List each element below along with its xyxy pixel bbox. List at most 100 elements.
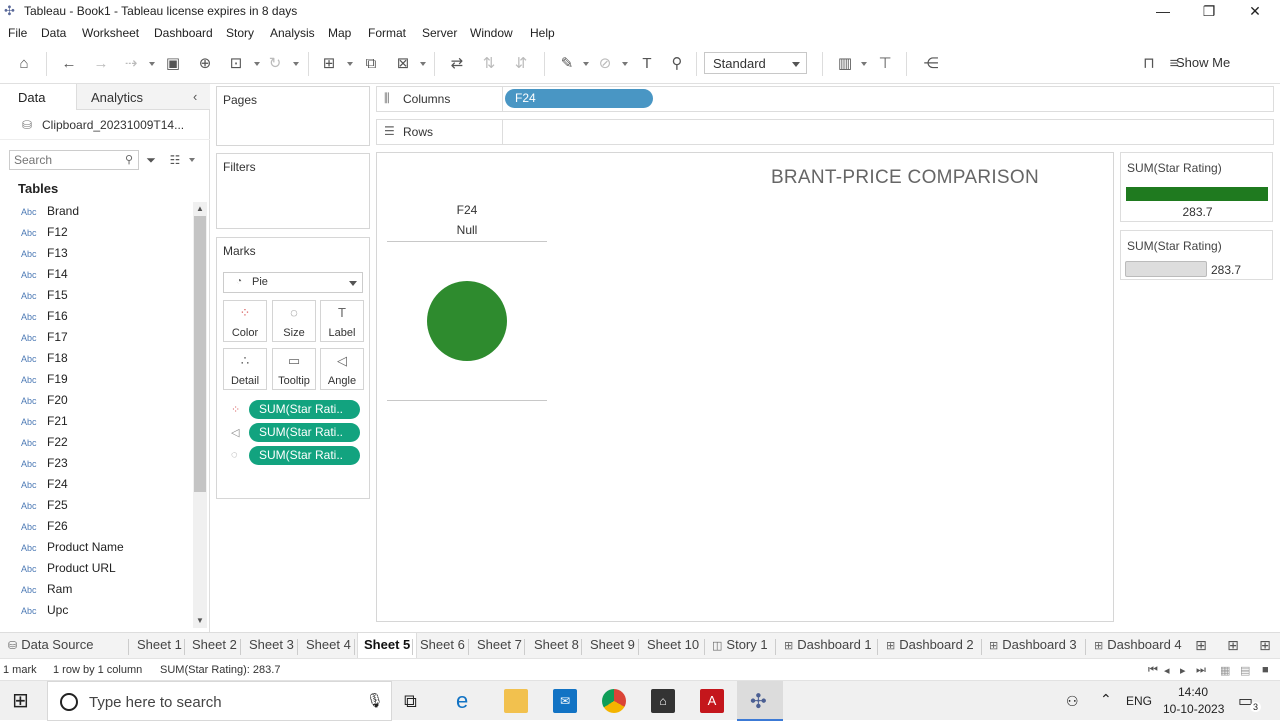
search-field[interactable]: ⚲ xyxy=(9,150,139,170)
next-sheet-icon[interactable]: ▸ xyxy=(1180,664,1186,677)
pause-updates-icon[interactable]: ⊡ xyxy=(225,54,247,74)
close-button[interactable]: ✕ xyxy=(1232,0,1278,22)
size-button[interactable]: ◌ Size xyxy=(272,300,316,342)
windows-start-icon[interactable]: ⊞ xyxy=(12,689,36,713)
pie-slice[interactable] xyxy=(427,281,507,361)
menu-format[interactable]: Format xyxy=(368,26,406,40)
field-item[interactable]: Abc F26 xyxy=(0,516,190,537)
refresh-icon[interactable]: ↻ xyxy=(264,54,286,74)
field-item[interactable]: Abc F18 xyxy=(0,348,190,369)
menu-data[interactable]: Data xyxy=(41,26,66,40)
field-item[interactable]: Abc F19 xyxy=(0,369,190,390)
swap-rows-columns-icon[interactable]: ⇄ xyxy=(446,54,468,74)
sheet-tab[interactable]: Sheet 5 xyxy=(357,633,418,659)
field-item[interactable]: Abc F23 xyxy=(0,453,190,474)
sheet-tab[interactable]: Sheet 7 xyxy=(477,637,522,652)
new-datasource-icon[interactable]: ⊕ xyxy=(194,54,216,74)
show-sheet-sorter-icon[interactable]: ▦ xyxy=(1220,664,1230,677)
field-item[interactable]: Abc Ram xyxy=(0,579,190,600)
tab-data[interactable]: Data xyxy=(0,84,76,110)
scrollbar-thumb[interactable] xyxy=(194,216,206,492)
field-item[interactable]: Abc F21 xyxy=(0,411,190,432)
language-indicator[interactable]: ENG xyxy=(1126,694,1152,708)
rows-shelf[interactable]: ☰ Rows xyxy=(376,119,1274,145)
new-story-tab-icon[interactable]: ⊞ xyxy=(1254,635,1276,655)
clock-time[interactable]: 14:40 xyxy=(1178,685,1208,699)
new-worksheet-tab-icon[interactable]: ⊞ xyxy=(1190,635,1212,655)
pages-shelf[interactable]: Pages xyxy=(216,86,370,146)
sheet-tab[interactable]: Sheet 6 xyxy=(420,637,465,652)
store-icon[interactable]: ⌂ xyxy=(651,689,675,713)
angle-field-pill[interactable]: SUM(Star Rati.. xyxy=(249,423,360,442)
first-sheet-icon[interactable]: ⏮ xyxy=(1148,664,1158,677)
field-list-scrollbar[interactable]: ▲ ▼ xyxy=(193,202,207,628)
maximize-button[interactable]: ❐ xyxy=(1186,0,1232,22)
columns-field-pill[interactable]: F24 xyxy=(505,89,653,108)
clear-sheet-icon[interactable]: ⊠ xyxy=(392,54,414,74)
color-button[interactable]: ⁘ Color xyxy=(223,300,267,342)
sheet-tab[interactable]: ⊞ Dashboard 3 xyxy=(989,637,1077,652)
sheet-tab[interactable]: ⊞ Dashboard 4 xyxy=(1094,637,1182,652)
field-item[interactable]: Abc Brand xyxy=(0,201,190,222)
field-item[interactable]: Abc F12 xyxy=(0,222,190,243)
field-item[interactable]: Abc F25 xyxy=(0,495,190,516)
filter-icon[interactable]: ⏷ xyxy=(140,150,162,170)
pie-chart[interactable] xyxy=(426,280,508,362)
sort-ascending-icon[interactable]: ⇅ xyxy=(478,54,500,74)
size-legend[interactable]: SUM(Star Rating) 283.7 xyxy=(1120,230,1273,280)
menu-map[interactable]: Map xyxy=(328,26,351,40)
file-explorer-icon[interactable] xyxy=(504,689,528,713)
mail-icon[interactable]: ✉ xyxy=(553,689,577,713)
datasource-tab[interactable]: ⛁ Data Source xyxy=(8,637,93,652)
field-item[interactable]: Abc F20 xyxy=(0,390,190,411)
search-input[interactable] xyxy=(14,153,118,167)
show-filmstrip-icon[interactable]: ▤ xyxy=(1240,664,1250,677)
tooltip-button[interactable]: ▭ Tooltip xyxy=(272,348,316,390)
menu-story[interactable]: Story xyxy=(226,26,254,40)
edge-browser-icon[interactable]: e xyxy=(456,689,480,713)
fit-mode-select[interactable]: Standard xyxy=(704,52,807,74)
field-item[interactable]: Abc F13 xyxy=(0,243,190,264)
undo-icon[interactable]: ← xyxy=(58,54,80,74)
highlight-icon[interactable]: ✎ xyxy=(556,54,578,74)
sort-descending-icon[interactable]: ⇵ xyxy=(510,54,532,74)
new-dashboard-tab-icon[interactable]: ⊞ xyxy=(1222,635,1244,655)
field-item[interactable]: Abc F15 xyxy=(0,285,190,306)
column-header-value[interactable]: Null xyxy=(387,223,547,237)
size-field-pill[interactable]: SUM(Star Rati.. xyxy=(249,446,360,465)
tableau-taskbar-button[interactable]: ✣ xyxy=(737,681,783,721)
save-icon[interactable]: ▣ xyxy=(162,54,184,74)
datasource-item[interactable]: ⛁ Clipboard_20231009T14... xyxy=(0,110,210,140)
sheet-tab[interactable]: Sheet 1 xyxy=(137,637,182,652)
field-item[interactable]: Abc F17 xyxy=(0,327,190,348)
sheet-tab[interactable]: Sheet 8 xyxy=(534,637,579,652)
show-me-button[interactable]: Show Me xyxy=(1176,55,1230,70)
sheet-tab[interactable]: ◫ Story 1 xyxy=(712,637,768,652)
color-legend[interactable]: SUM(Star Rating) 283.7 xyxy=(1120,152,1273,222)
prev-sheet-icon[interactable]: ◂ xyxy=(1164,664,1170,677)
menu-server[interactable]: Server xyxy=(422,26,457,40)
scroll-down-icon[interactable]: ▼ xyxy=(195,616,205,625)
people-icon[interactable]: ⚇ xyxy=(1066,693,1079,710)
color-field-pill[interactable]: SUM(Star Rati.. xyxy=(249,400,360,419)
sheet-tab[interactable]: Sheet 9 xyxy=(590,637,635,652)
view-options-icon[interactable]: ☷ xyxy=(164,150,186,170)
field-item[interactable]: Abc Product URL xyxy=(0,558,190,579)
sheet-tab[interactable]: Sheet 2 xyxy=(192,637,237,652)
scroll-up-icon[interactable]: ▲ xyxy=(195,204,205,213)
field-item[interactable]: Abc F16 xyxy=(0,306,190,327)
sheet-tab[interactable]: Sheet 4 xyxy=(306,637,351,652)
duplicate-sheet-icon[interactable]: ⧉ xyxy=(360,54,382,74)
field-item[interactable]: Abc F14 xyxy=(0,264,190,285)
show-hidden-icons-icon[interactable]: ⌃ xyxy=(1100,691,1112,708)
new-worksheet-icon[interactable]: ⊞ xyxy=(318,54,340,74)
menu-dashboard[interactable]: Dashboard xyxy=(154,26,213,40)
home-icon[interactable]: ⌂ xyxy=(13,54,35,74)
tab-analytics[interactable]: Analytics ‹ xyxy=(76,84,210,110)
chrome-browser-icon[interactable] xyxy=(602,689,626,713)
replay-icon[interactable]: ⇢ xyxy=(120,54,142,74)
show-cards-icon[interactable]: ▥ xyxy=(834,54,856,74)
menu-analysis[interactable]: Analysis xyxy=(270,26,315,40)
fix-axes-icon[interactable]: ⚲ xyxy=(666,54,688,74)
field-item[interactable]: Abc Product Name xyxy=(0,537,190,558)
